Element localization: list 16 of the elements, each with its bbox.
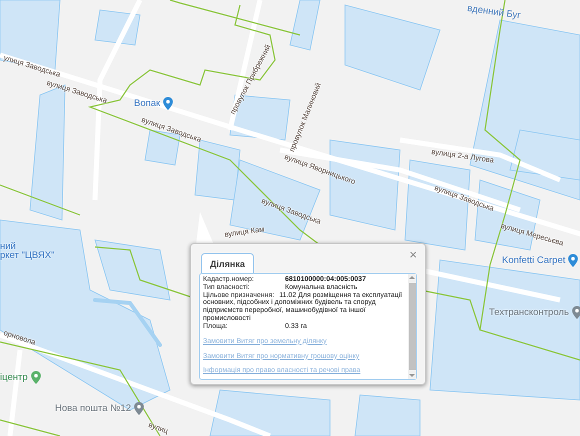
place-label: Вопак	[134, 98, 160, 108]
parcel-tab[interactable]: Ділянка	[201, 253, 254, 273]
scrollbar[interactable]	[408, 274, 416, 379]
map-pin-icon	[30, 371, 41, 384]
place-label: іцентр	[0, 372, 28, 382]
place-label: Konfetti Carpet	[502, 256, 566, 266]
place-label: ркет "ЦВЯХ"	[0, 251, 54, 260]
place-label: Нова пошта №12	[55, 404, 131, 414]
map-pin-icon	[134, 402, 144, 415]
place-label: Техтрансконтроль	[489, 308, 569, 318]
map-pin-icon	[568, 254, 578, 267]
map-pin-icon	[572, 306, 580, 319]
close-button[interactable]: ×	[409, 248, 417, 261]
place-label: ний	[0, 242, 16, 252]
map-pin-icon	[163, 97, 174, 110]
river-label: вденний Буг	[466, 4, 522, 21]
